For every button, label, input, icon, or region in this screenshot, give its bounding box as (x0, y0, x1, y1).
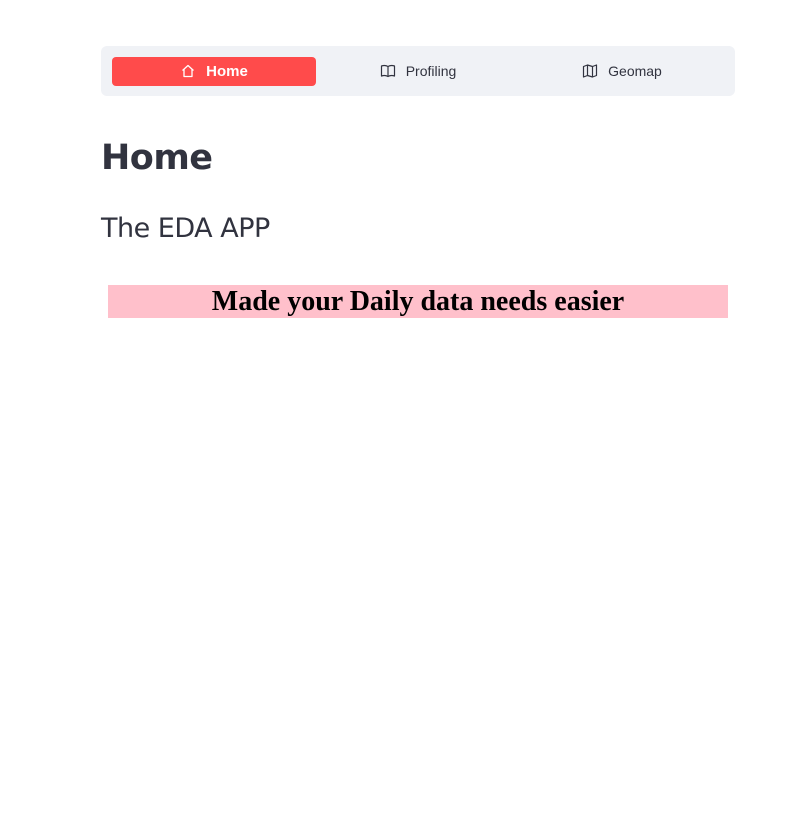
house-icon (180, 63, 196, 79)
page-title: Home (101, 138, 213, 178)
page-subtitle: The EDA APP (101, 213, 270, 244)
nav-item-geomap[interactable]: Geomap (520, 57, 724, 86)
book-icon (380, 63, 396, 79)
nav-item-profiling[interactable]: Profiling (316, 57, 520, 86)
nav-item-home[interactable]: Home (112, 56, 316, 86)
nav-item-label: Home (206, 62, 248, 80)
tagline-banner: Made your Daily data needs easier (108, 285, 728, 318)
option-menu: Home Profiling Geomap (101, 46, 735, 96)
nav-item-label: Profiling (405, 63, 457, 79)
nav-item-label: Geomap (608, 63, 662, 79)
map-icon (582, 63, 598, 79)
